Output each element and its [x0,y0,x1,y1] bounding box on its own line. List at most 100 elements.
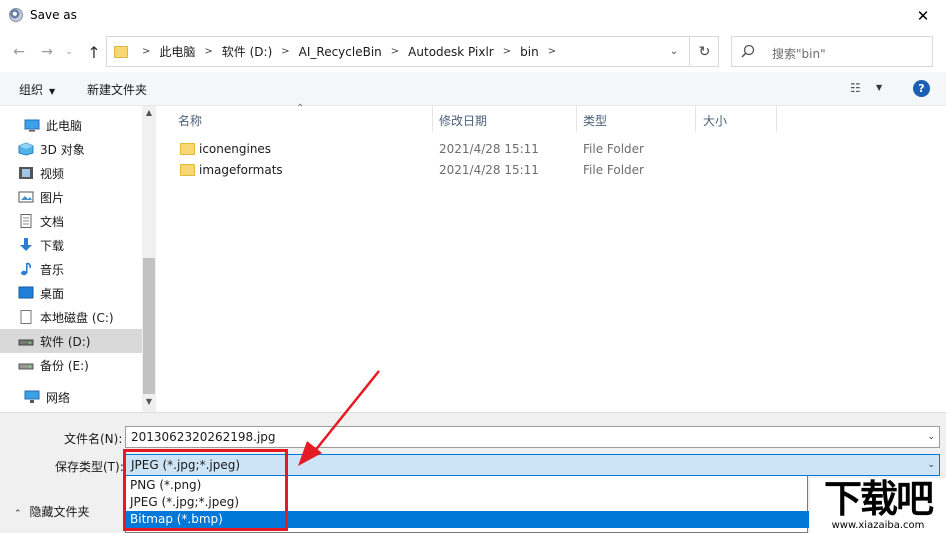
folder-icon [114,46,128,58]
folder-icon [180,164,195,176]
new-folder-button[interactable]: 新建文件夹 [87,81,147,98]
watermark-logo-text: 下载吧 [823,477,934,521]
filename-label: 文件名(N): [64,432,123,446]
tree-item-network[interactable]: 网络 [10,385,152,409]
forward-button[interactable]: → [36,41,58,63]
back-button[interactable]: ← [8,41,30,63]
tree-item-desktop[interactable]: 桌面 [18,281,160,305]
filetype-select[interactable]: JPEG (*.jpg;*.jpeg) ⌄ [125,454,940,476]
tree-label: 此电脑 [46,118,83,133]
breadcrumb: > 此电脑 > 软件 (D:) > AI_RecycleBin > Autode… [133,37,565,66]
tree-label: 文档 [40,214,65,229]
chevron-right-icon[interactable]: > [548,46,556,57]
refresh-button[interactable]: ↻ [689,37,719,66]
chevron-down-icon[interactable]: ⌄ [927,455,935,475]
filetype-value: JPEG (*.jpg;*.jpeg) [131,458,241,472]
desktop-icon [18,286,34,300]
scrollbar-thumb[interactable] [143,258,155,394]
breadcrumb-bin[interactable]: bin [520,45,539,59]
up-button[interactable]: ↑ [83,41,105,63]
hide-folders-button[interactable]: ⌃ 隐藏文件夹 [14,503,90,520]
filetype-dropdown-list: PNG (*.png) JPEG (*.jpg;*.jpeg) Bitmap (… [125,476,809,533]
tree-item-this-pc[interactable]: 此电脑 [10,113,152,137]
chevron-right-icon[interactable]: > [391,46,399,57]
download-icon [18,238,34,252]
chevron-up-icon: ⌃ [14,509,22,519]
file-row[interactable]: iconengines 2021/4/28 15:11 File Folder [158,140,778,160]
file-name: imageformats [199,163,283,177]
recent-locations-icon[interactable]: ⌄ [58,41,80,63]
app-icon [9,8,23,22]
computer-icon [24,118,40,132]
tree-label: 图片 [40,190,65,205]
file-row[interactable]: imageformats 2021/4/28 15:11 File Folder [158,161,778,181]
file-name: iconengines [199,142,272,156]
tree-label: 桌面 [40,286,65,301]
file-type: File Folder [583,163,644,177]
window-title: Save as [30,8,77,22]
filetype-option-jpeg[interactable]: JPEG (*.jpg;*.jpeg) [126,494,809,511]
document-icon [18,214,34,228]
column-divider[interactable] [432,106,433,132]
navigation-row: ← → ⌄ ↑ > 此电脑 > 软件 (D:) > AI_RecycleBin … [0,32,946,72]
scroll-down-icon[interactable]: ▼ [142,397,156,406]
organize-button[interactable]: 组织 ▼ [19,81,55,98]
breadcrumb-ai-recyclebin[interactable]: AI_RecycleBin [299,45,382,59]
column-header-size[interactable]: 大小 [703,106,727,134]
tree-label: 3D 对象 [40,142,85,157]
tree-item-local-disk-c[interactable]: 本地磁盘 (C:) [18,305,160,329]
navigation-scrollbar[interactable]: ▲ ▼ [142,106,156,412]
tree-label: 网络 [46,390,71,405]
tree-item-videos[interactable]: 视频 [18,161,160,185]
file-list: ⌃ 名称 修改日期 类型 大小 iconengines 2021/4/28 15… [158,103,946,412]
drive-icon [18,358,34,372]
chevron-right-icon[interactable]: > [503,46,511,57]
navigation-pane: 此电脑 3D 对象 视频 图片 文档 下载 音乐 桌面 本地磁盘 (C:) 软件… [0,106,158,412]
caret-down-icon: ▼ [49,87,56,96]
breadcrumb-autodesk-pixlr[interactable]: Autodesk Pixlr [408,45,494,59]
watermark-url: www.xiazaiba.com [831,520,925,531]
tree-item-3d-objects[interactable]: 3D 对象 [18,137,160,161]
tree-label: 本地磁盘 (C:) [40,310,114,325]
filename-field[interactable]: 2013062320262198.jpg ⌄ [125,426,940,448]
filetype-option-png[interactable]: PNG (*.png) [126,477,809,494]
file-type: File Folder [583,142,644,156]
tree-label: 下载 [40,238,65,253]
address-dropdown-icon[interactable]: ⌄ [662,37,686,66]
breadcrumb-this-pc[interactable]: 此电脑 [159,43,195,60]
drive-icon [18,334,34,348]
column-header-date[interactable]: 修改日期 [439,106,487,134]
command-toolbar: 组织 ▼ 新建文件夹 ☷ ▼ ? [0,72,946,106]
column-header-name[interactable]: 名称 [178,106,202,134]
tree-item-backup-e[interactable]: 备份 (E:) [18,353,160,377]
filetype-option-bitmap[interactable]: Bitmap (*.bmp) [126,511,809,528]
tree-item-pictures[interactable]: 图片 [18,185,160,209]
column-header-type[interactable]: 类型 [583,106,607,134]
close-button[interactable]: ✕ [900,0,946,32]
tree-label: 软件 (D:) [40,334,91,349]
search-input[interactable]: 搜索"bin" [731,36,933,67]
chevron-right-icon: > [142,46,151,57]
music-icon [18,262,34,276]
disk-icon [18,310,34,324]
tree-item-drive-d[interactable]: 软件 (D:) [0,329,142,353]
folder-icon [180,143,195,155]
column-divider[interactable] [695,106,696,132]
filetype-label: 保存类型(T): [55,460,124,474]
tree-item-music[interactable]: 音乐 [18,257,160,281]
chevron-down-icon[interactable]: ⌄ [927,427,935,447]
chevron-right-icon[interactable]: > [281,46,289,57]
organize-label: 组织 [19,83,44,97]
tree-item-downloads[interactable]: 下载 [18,233,160,257]
breadcrumb-drive-d[interactable]: 软件 (D:) [222,43,272,60]
scroll-up-icon[interactable]: ▲ [142,108,156,117]
column-divider[interactable] [776,106,777,132]
chevron-right-icon[interactable]: > [204,46,212,57]
view-options-icon[interactable]: ☷ [850,81,861,95]
help-icon[interactable]: ? [913,80,930,97]
view-caret-icon[interactable]: ▼ [876,83,882,92]
column-divider[interactable] [576,106,577,132]
tree-item-documents[interactable]: 文档 [18,209,160,233]
filename-value: 2013062320262198.jpg [131,430,276,444]
address-bar[interactable]: > 此电脑 > 软件 (D:) > AI_RecycleBin > Autode… [106,36,719,67]
